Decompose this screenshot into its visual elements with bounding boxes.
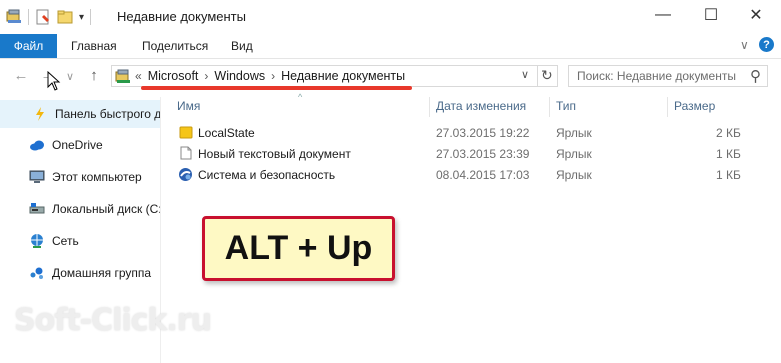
column-header-type[interactable]: Тип — [556, 99, 576, 113]
explorer-app-icon[interactable] — [6, 9, 22, 25]
sidebar-item-label: Сеть — [52, 234, 79, 248]
maximize-button[interactable]: ☐ — [688, 0, 734, 30]
sidebar-item-label: Домашняя группа — [52, 266, 152, 280]
column-divider[interactable] — [549, 97, 550, 117]
file-name: LocalState — [198, 126, 255, 140]
text-document-icon — [179, 146, 193, 160]
qat-customize-icon[interactable]: ▾ — [79, 12, 84, 23]
up-button[interactable]: ↑ — [84, 67, 104, 84]
quick-access-toolbar: ▾ — [6, 6, 92, 28]
breadcrumb-windows[interactable]: Windows — [214, 69, 265, 83]
toolbar-divider — [28, 9, 29, 25]
back-button[interactable]: ← — [11, 67, 31, 84]
tab-home[interactable]: Главная — [71, 34, 117, 58]
sidebar-item-label: Локальный диск (C:) — [52, 202, 160, 216]
toolbar-divider — [90, 9, 92, 25]
search-placeholder: Поиск: Недавние документы — [577, 69, 736, 83]
drive-icon — [29, 201, 45, 217]
sidebar-item-label: Этот компьютер — [52, 170, 142, 184]
maximize-icon: ☐ — [703, 7, 719, 24]
column-header-name[interactable]: Имя — [177, 99, 200, 113]
address-highlight-underline — [141, 86, 412, 90]
file-type: Ярлык — [556, 147, 592, 161]
search-input[interactable]: Поиск: Недавние документы ⚲ — [568, 65, 768, 87]
breadcrumb-microsoft[interactable]: Microsoft — [148, 69, 199, 83]
recent-locations-button[interactable]: ∨ — [60, 70, 80, 83]
column-header-size[interactable]: Размер — [674, 99, 715, 113]
sidebar-item-label: Панель быстрого доступа — [55, 107, 160, 121]
table-row[interactable]: Новый текстовый документ 27.03.2015 23:3… — [160, 144, 781, 165]
refresh-icon[interactable]: ↻ — [541, 67, 553, 84]
column-divider[interactable] — [429, 97, 430, 117]
window-title: Недавние документы — [117, 9, 246, 24]
properties-icon[interactable] — [35, 9, 51, 25]
sidebar-item-homegroup[interactable]: Домашняя группа — [0, 259, 160, 287]
breadcrumb-chevron-icon[interactable]: › — [204, 69, 208, 83]
file-date: 27.03.2015 23:39 — [436, 147, 530, 161]
network-icon — [29, 233, 45, 249]
address-overflow-icon[interactable]: « — [135, 69, 142, 83]
tab-share[interactable]: Поделиться — [142, 34, 208, 58]
file-size: 1 КБ — [716, 168, 741, 182]
folder-shortcut-icon — [179, 125, 193, 139]
new-folder-icon[interactable] — [57, 9, 73, 25]
sidebar-item-network[interactable]: Сеть — [0, 227, 160, 255]
address-divider — [537, 65, 538, 87]
sidebar-item-label: OneDrive — [52, 138, 103, 152]
sort-indicator-icon: ^ — [298, 92, 303, 102]
file-date: 27.03.2015 19:22 — [436, 126, 530, 140]
file-type: Ярлык — [556, 126, 592, 140]
ribbon-tabs: Файл Главная Поделиться Вид ∨ ? — [0, 34, 781, 59]
mouse-cursor-icon — [47, 70, 61, 95]
minimize-button[interactable]: — — [640, 0, 686, 30]
tab-view[interactable]: Вид — [231, 34, 253, 58]
file-size: 2 КБ — [716, 126, 741, 140]
star-pin-icon — [32, 106, 48, 122]
column-header-date[interactable]: Дата изменения — [436, 99, 526, 113]
file-date: 08.04.2015 17:03 — [436, 168, 530, 182]
keyboard-shortcut-callout: ALT + Up — [202, 216, 395, 281]
file-name: Система и безопасность — [198, 168, 336, 182]
sidebar-item-quick-access[interactable]: Панель быстрого доступа — [0, 100, 160, 128]
title-bar: ▾ Недавние документы — ☐ ✕ — [0, 0, 781, 34]
close-button[interactable]: ✕ — [733, 0, 779, 30]
cloud-icon — [29, 137, 45, 153]
address-dropdown-icon[interactable]: ∨ — [521, 68, 529, 81]
table-row[interactable]: LocalState 27.03.2015 19:22 Ярлык 2 КБ — [160, 123, 781, 144]
expand-ribbon-icon[interactable]: ∨ — [740, 38, 749, 52]
search-icon[interactable]: ⚲ — [750, 67, 761, 85]
column-divider[interactable] — [667, 97, 668, 117]
help-icon[interactable]: ? — [759, 37, 774, 52]
close-icon: ✕ — [749, 7, 763, 24]
watermark: Soft-Click.ru — [14, 303, 212, 338]
location-icon — [115, 68, 131, 84]
table-row[interactable]: Система и безопасность 08.04.2015 17:03 … — [160, 165, 781, 186]
breadcrumb-recent-documents[interactable]: Недавние документы — [281, 69, 405, 83]
sidebar-item-local-disk[interactable]: Локальный диск (C:) — [0, 195, 160, 223]
sidebar-item-onedrive[interactable]: OneDrive — [0, 131, 160, 159]
breadcrumb-chevron-icon[interactable]: › — [271, 69, 275, 83]
file-type: Ярлык — [556, 168, 592, 182]
tab-file[interactable]: Файл — [0, 34, 57, 58]
address-bar[interactable]: « Microsoft › Windows › Недавние докумен… — [111, 65, 558, 87]
file-size: 1 КБ — [716, 147, 741, 161]
control-panel-icon — [178, 167, 193, 182]
homegroup-icon — [29, 265, 45, 281]
computer-icon — [29, 169, 45, 185]
minimize-icon: — — [655, 6, 671, 23]
file-name: Новый текстовый документ — [198, 147, 351, 161]
sidebar-item-this-pc[interactable]: Этот компьютер — [0, 163, 160, 191]
